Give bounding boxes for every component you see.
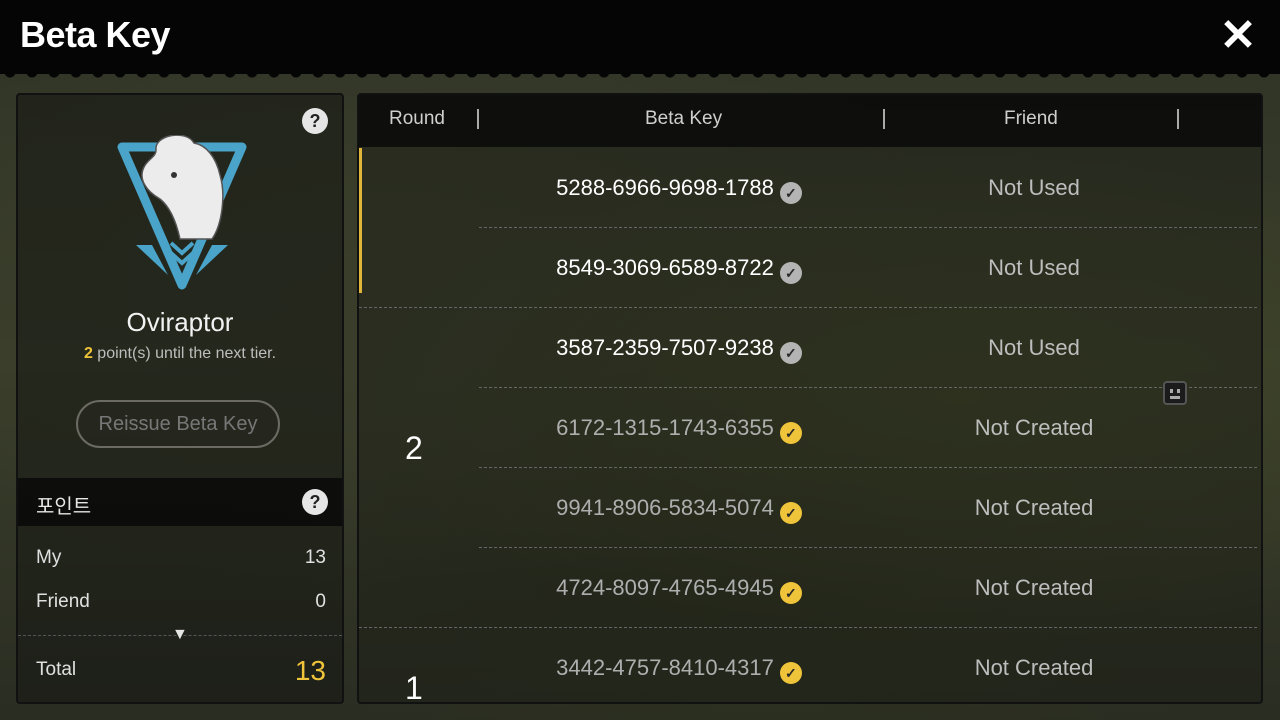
check-icon: ✓: [779, 582, 802, 604]
table-row[interactable]: 5288-6966-9698-1788 ✓ Not Used: [359, 148, 1261, 228]
beta-key-value: 8549-3069-6589-8722: [556, 255, 774, 280]
friend-status-cell: Not Created: [974, 495, 1094, 520]
check-icon: ✓: [779, 422, 802, 444]
points-heading: 포인트: [36, 496, 92, 518]
beta-key-cell: 3587-2359-7507-9238 ✓: [479, 335, 879, 364]
friend-status-cell: Not Created: [974, 415, 1094, 440]
table-body: 5288-6966-9698-1788 ✓ Not Used 8549-3069-…: [359, 148, 1261, 704]
points-total-value: 13: [294, 655, 326, 686]
points-friend-label: Friend: [36, 591, 90, 612]
tier-points-label: point(s) until the next tier.: [92, 345, 277, 362]
beta-key-table: Round Beta Key Friend 5288-6966-9698-178…: [357, 93, 1263, 704]
points-my-row: My 13: [36, 547, 326, 569]
close-icon[interactable]: ✕: [1216, 14, 1260, 58]
help-icon[interactable]: ?: [302, 108, 328, 134]
points-total-label: Total: [36, 659, 77, 680]
points-help-icon[interactable]: ?: [302, 489, 328, 515]
table-row[interactable]: 9941-8906-5834-5074 ✓ Not Created: [359, 468, 1261, 548]
points-friend-row: Friend 0: [36, 591, 326, 613]
table-row[interactable]: 3587-2359-7507-9238 ✓ Not Used: [359, 308, 1261, 388]
column-divider: [477, 109, 479, 129]
points-friend-value: 0: [315, 591, 326, 612]
points-my-label: My: [36, 547, 62, 568]
beta-key-cell: 3442-4757-8410-4317 ✓: [479, 655, 879, 684]
check-icon: ✓: [779, 182, 802, 204]
beta-key-cell: 6172-1315-1743-6355 ✓: [479, 415, 879, 444]
points-header: 포인트 ?: [18, 478, 342, 526]
column-divider: [1177, 109, 1179, 129]
tier-progress-text: 2 point(s) until the next tier.: [18, 345, 342, 363]
friend-status-cell: Not Used: [988, 175, 1080, 200]
friend-status-cell: Not Used: [988, 335, 1080, 360]
points-my-value: 13: [304, 547, 326, 568]
friend-status-cell: Not Created: [974, 655, 1094, 680]
oviraptor-emblem-icon: [117, 135, 247, 290]
chevron-down-icon[interactable]: ▼: [172, 626, 188, 644]
table-header: Round Beta Key Friend: [359, 95, 1261, 147]
beta-key-cell: 4724-8097-4765-4945 ✓: [479, 575, 879, 604]
tier-points-value: 2: [83, 345, 93, 362]
beta-key-value: 4724-8097-4765-4945: [556, 575, 774, 600]
round-label: 1: [405, 670, 423, 704]
check-icon: ✓: [779, 662, 802, 684]
table-row[interactable]: 8549-3069-6589-8722 ✓ Not Used: [359, 228, 1261, 308]
check-icon: ✓: [779, 262, 802, 284]
beta-key-value: 6172-1315-1743-6355: [556, 415, 774, 440]
reissue-beta-key-button[interactable]: Reissue Beta Key: [76, 400, 280, 448]
table-row[interactable]: 3442-4757-8410-4317 ✓ Not Created: [359, 628, 1261, 702]
table-row[interactable]: 6172-1315-1743-6355 ✓ Not Created: [359, 388, 1261, 468]
beta-key-value: 3587-2359-7507-9238: [556, 335, 774, 360]
beta-key-value: 5288-6966-9698-1788: [556, 175, 774, 200]
column-header-beta-key: Beta Key: [645, 108, 723, 129]
beta-key-cell: 9941-8906-5834-5074 ✓: [479, 495, 879, 524]
beta-key-cell: 5288-6966-9698-1788 ✓: [479, 175, 879, 204]
beta-key-cell: 8549-3069-6589-8722 ✓: [479, 255, 879, 284]
beta-key-value: 9941-8906-5834-5074: [556, 495, 774, 520]
check-icon: ✓: [779, 342, 802, 364]
column-divider: [883, 109, 885, 129]
table-row[interactable]: 4724-8097-4765-4945 ✓ Not Created: [359, 548, 1261, 628]
species-name: Oviraptor: [126, 307, 234, 337]
column-header-round: Round: [389, 108, 445, 129]
friend-status-cell: Not Created: [974, 575, 1094, 600]
points-total-row: Total 13: [36, 655, 326, 686]
check-icon: ✓: [779, 502, 802, 524]
column-header-friend: Friend: [1004, 108, 1058, 129]
round-label: 2: [405, 430, 423, 466]
report-icon[interactable]: [1163, 381, 1187, 405]
page-title: Beta Key: [20, 14, 171, 55]
profile-panel: ? Oviraptor 2 point(s) until the next ti…: [16, 93, 344, 704]
friend-status-cell: Not Used: [988, 255, 1080, 280]
top-bar: Beta Key ✕: [0, 0, 1280, 80]
beta-key-value: 3442-4757-8410-4317: [556, 655, 774, 680]
